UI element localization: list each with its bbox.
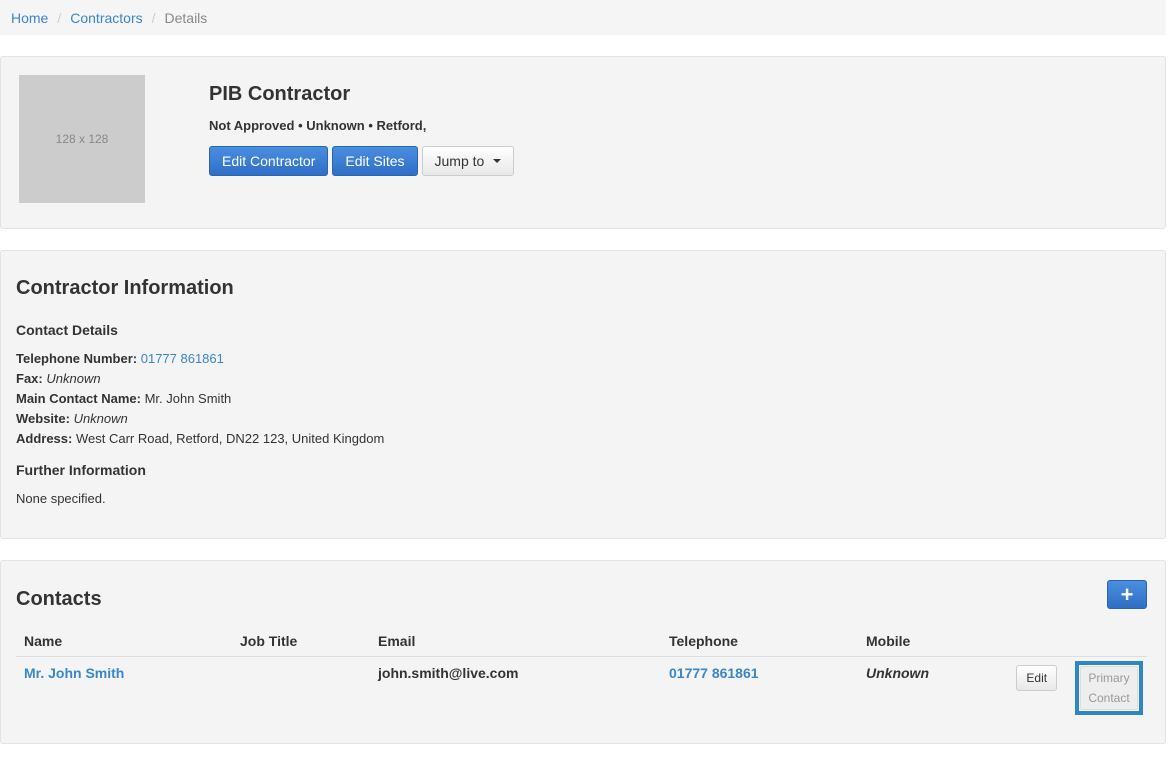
edit-contact-button[interactable]: Edit: [1016, 664, 1058, 691]
jump-to-dropdown[interactable]: Jump to: [421, 146, 515, 176]
website-row: Website: Unknown: [16, 409, 384, 429]
contact-details-list: Telephone Number: 01777 861861 Fax: Unkn…: [16, 349, 384, 449]
column-header-telephone: Telephone: [661, 627, 858, 657]
fax-row: Fax: Unknown: [16, 369, 384, 389]
telephone-link[interactable]: 01777 861861: [141, 351, 224, 366]
website-value: Unknown: [73, 411, 128, 426]
main-contact-label: Main Contact Name:: [16, 391, 141, 406]
column-header-name: Name: [16, 627, 232, 657]
table-row: Mr. John Smith john.smith@live.com 01777…: [16, 656, 1147, 723]
contractor-information-title: Contractor Information: [16, 277, 234, 299]
primary-contact-label-line1: Primary: [1088, 670, 1130, 685]
fax-value: Unknown: [46, 371, 101, 386]
address-row: Address: West Carr Road, Retford, DN22 1…: [16, 429, 384, 449]
contractor-status-line: Not Approved • Unknown • Retford,: [209, 118, 427, 133]
contractor-name: PIB Contractor: [209, 83, 351, 105]
contact-details-title: Contact Details: [16, 322, 118, 338]
further-information-value: None specified.: [16, 491, 106, 506]
breadcrumb-separator: /: [57, 9, 62, 26]
column-header-job-title: Job Title: [232, 627, 370, 657]
breadcrumb-current: Details: [164, 9, 208, 26]
address-label: Address:: [16, 431, 73, 446]
contractor-image-placeholder: 128 x 128: [19, 75, 145, 203]
column-header-actions: [1007, 627, 1147, 657]
main-contact-value: Mr. John Smith: [144, 391, 232, 406]
contact-name-link[interactable]: Mr. John Smith: [24, 665, 124, 681]
website-label: Website:: [16, 411, 70, 426]
contacts-table-header: Name Job Title Email Telephone Mobile: [16, 627, 1147, 657]
contractor-action-buttons: Edit Contractor Edit Sites Jump to: [209, 146, 515, 176]
plus-icon: +: [1120, 581, 1134, 607]
contacts-panel: Contacts + Name Job Title Email Telephon…: [0, 560, 1166, 744]
contractor-information-panel: Contractor Information Contact Details T…: [0, 250, 1166, 539]
contact-mobile: Unknown: [866, 664, 929, 681]
column-header-mobile: Mobile: [858, 627, 1007, 657]
further-information-title: Further Information: [16, 462, 146, 478]
contacts-title: Contacts: [16, 588, 102, 610]
primary-contact-highlight: Primary Contact: [1075, 660, 1143, 715]
contact-email: john.smith@live.com: [378, 664, 519, 681]
contact-job-title: [232, 656, 370, 723]
breadcrumb-contractors-link[interactable]: Contractors: [70, 10, 142, 26]
edit-sites-button[interactable]: Edit Sites: [332, 146, 418, 176]
caret-down-icon: [493, 159, 502, 163]
telephone-label: Telephone Number:: [16, 351, 138, 366]
address-value: West Carr Road, Retford, DN22 123, Unite…: [75, 431, 385, 446]
edit-contractor-button[interactable]: Edit Contractor: [209, 146, 329, 176]
breadcrumb: Home / Contractors / Details: [0, 0, 1166, 35]
column-header-email: Email: [370, 627, 661, 657]
primary-contact-label-line2: Contact: [1088, 690, 1130, 705]
contact-telephone-link[interactable]: 01777 861861: [669, 665, 759, 681]
jump-to-label: Jump to: [434, 153, 485, 169]
breadcrumb-home-link[interactable]: Home: [11, 10, 48, 26]
telephone-row: Telephone Number: 01777 861861: [16, 349, 384, 369]
main-contact-row: Main Contact Name: Mr. John Smith: [16, 389, 384, 409]
fax-label: Fax:: [16, 371, 43, 386]
contacts-table: Name Job Title Email Telephone Mobile Mr…: [16, 627, 1147, 723]
primary-contact-button[interactable]: Primary Contact: [1080, 665, 1138, 710]
contractor-header-panel: 128 x 128 PIB Contractor Not Approved • …: [0, 56, 1166, 229]
breadcrumb-separator: /: [151, 9, 156, 26]
add-contact-button[interactable]: +: [1107, 580, 1147, 609]
